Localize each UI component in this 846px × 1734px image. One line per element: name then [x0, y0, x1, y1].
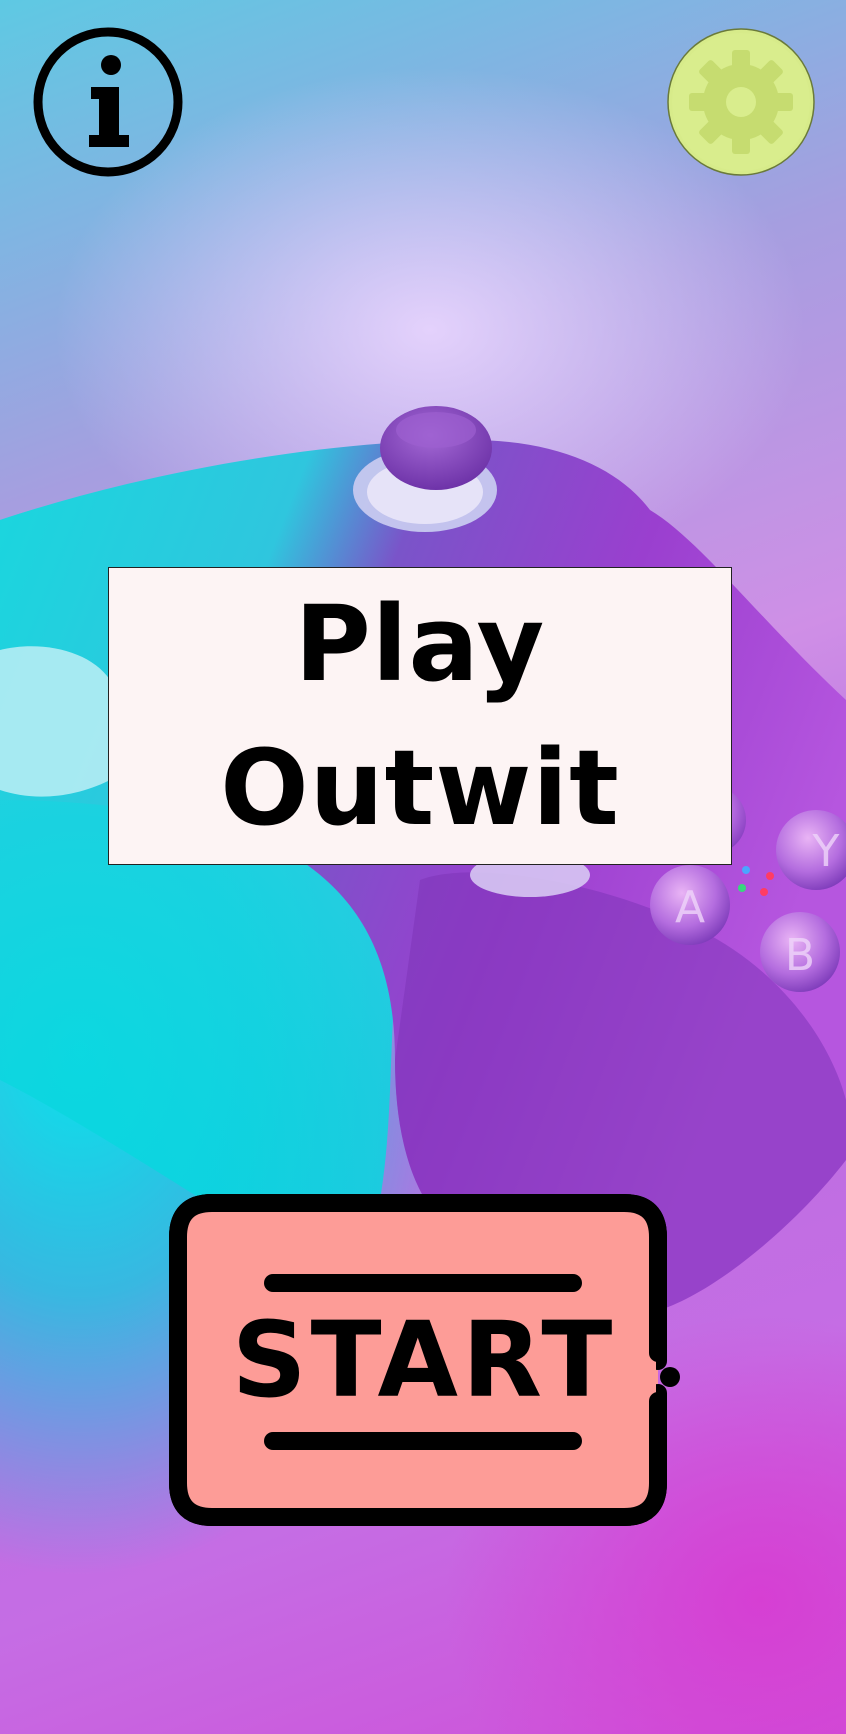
svg-text:B: B — [785, 930, 815, 981]
title-card: Play Outwit — [108, 567, 732, 865]
title-line-2: Outwit — [220, 727, 620, 849]
ticket-start-icon — [169, 1194, 680, 1526]
gear-icon — [667, 28, 815, 176]
info-button[interactable] — [33, 27, 183, 177]
main-menu-screen: A B Y Play Outwit START — [0, 0, 846, 1734]
svg-text:Y: Y — [812, 826, 840, 877]
settings-button[interactable] — [666, 27, 816, 177]
info-icon — [33, 27, 183, 177]
start-button[interactable]: START — [168, 1193, 680, 1527]
svg-text:A: A — [675, 882, 705, 933]
title-line-1: Play — [294, 583, 546, 705]
